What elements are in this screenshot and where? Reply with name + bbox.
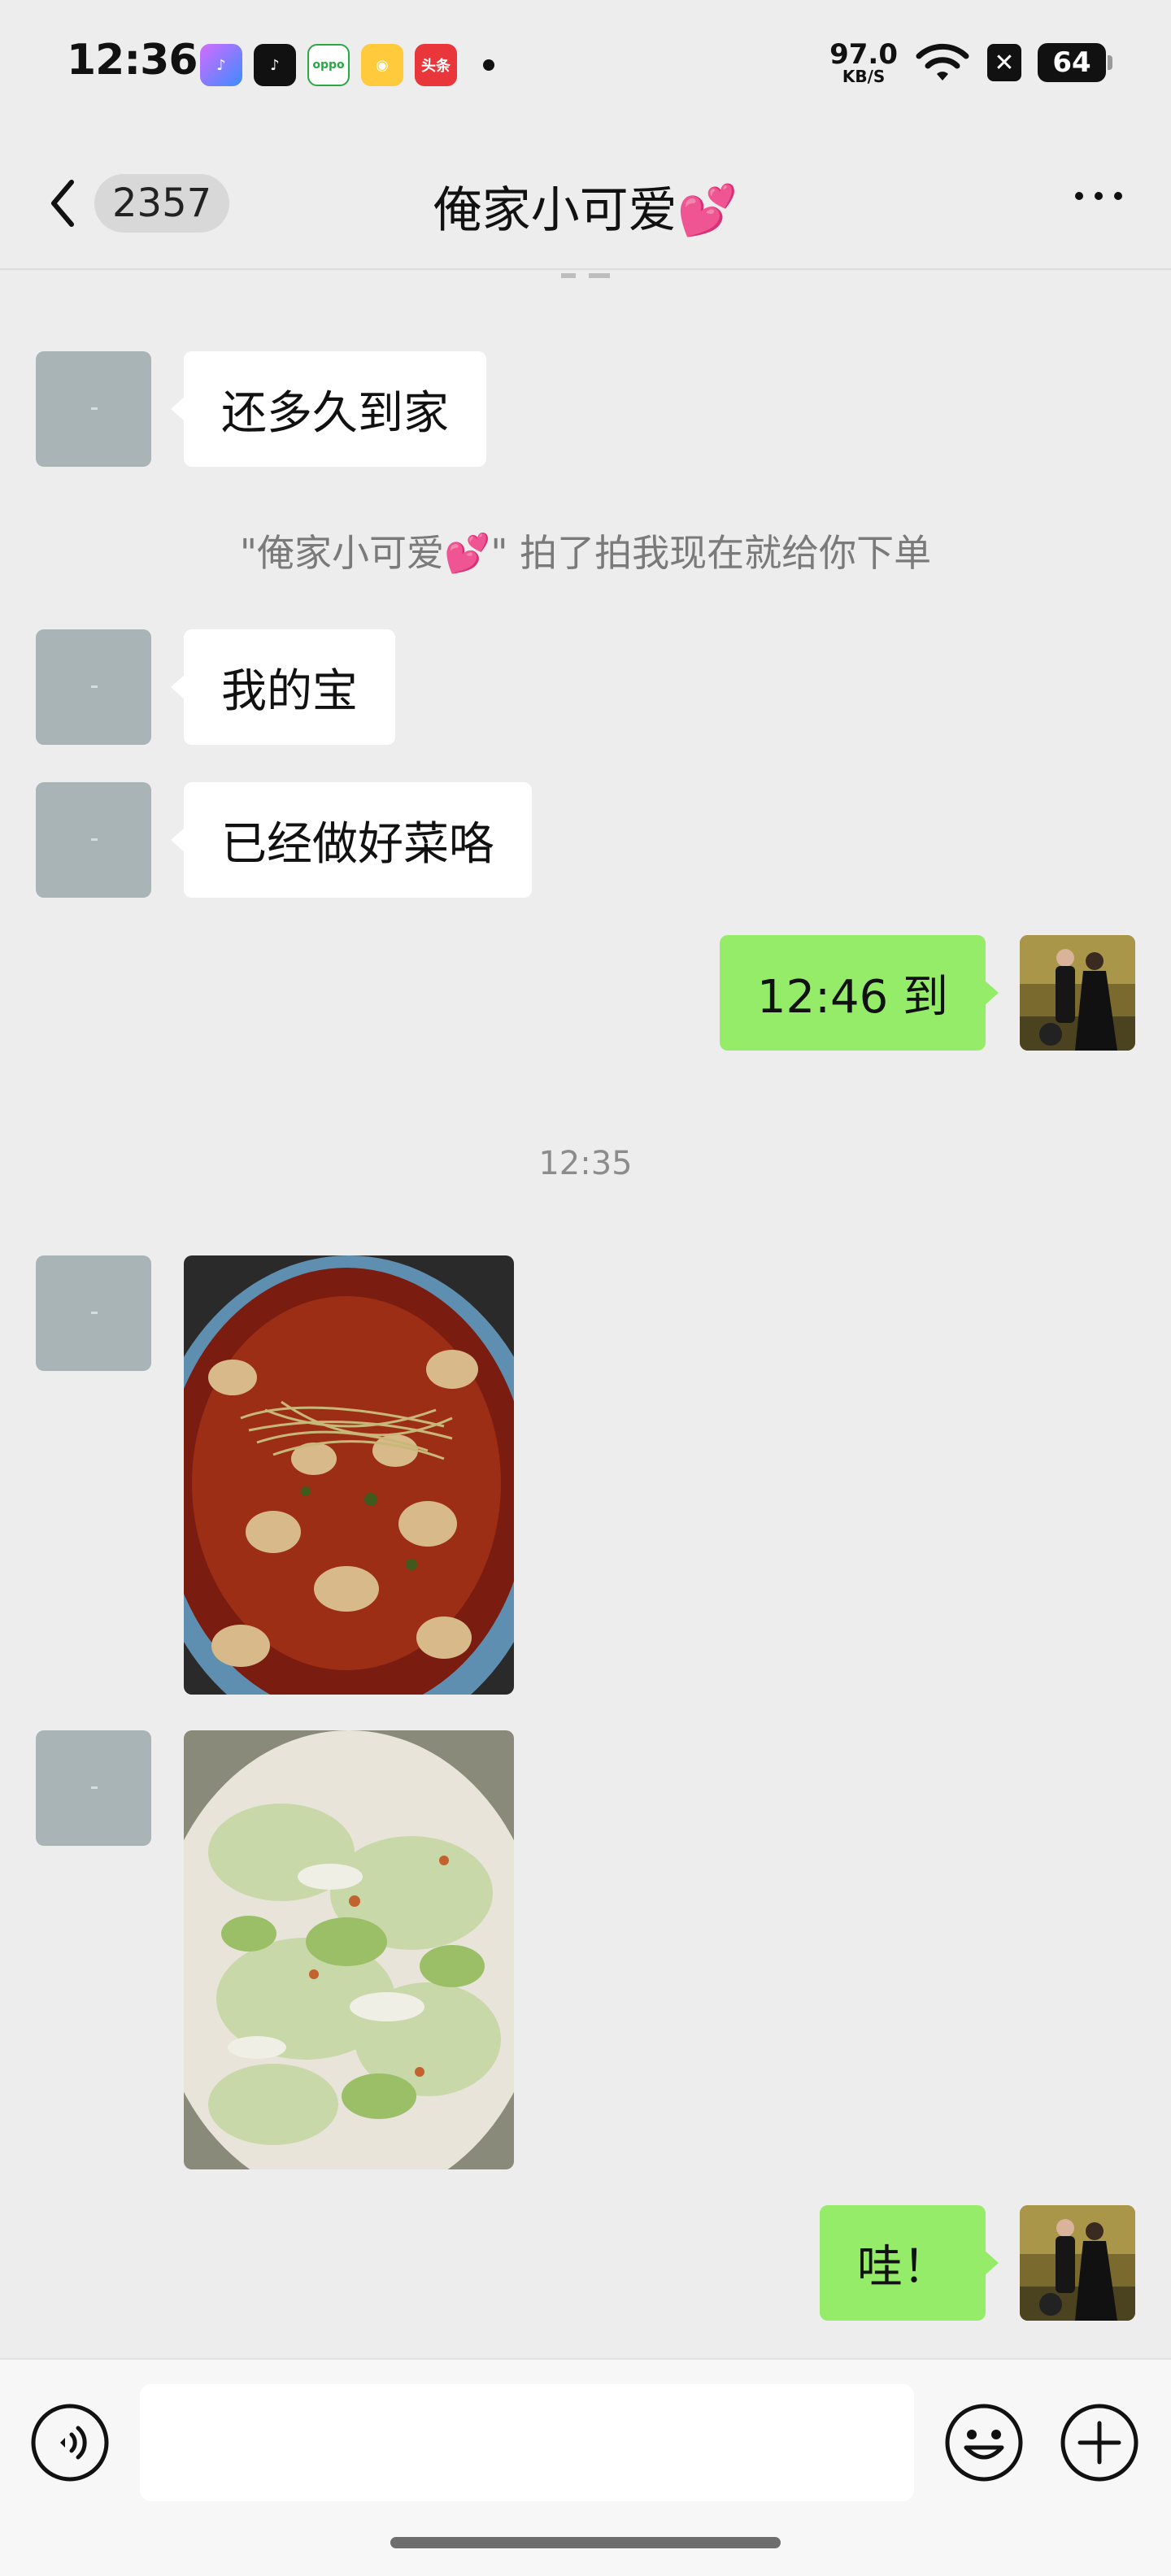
- network-speed-unit: KB/S: [842, 67, 886, 86]
- message-text-input[interactable]: [140, 2384, 914, 2501]
- oppo-app-icon: oppo: [307, 44, 350, 86]
- music-app-icon: ♪: [200, 44, 242, 86]
- my-avatar[interactable]: [1020, 935, 1135, 1051]
- timestamp: 12:35: [538, 1145, 633, 1182]
- image-message-spicy-dish[interactable]: [184, 1255, 514, 1695]
- chat-message-list[interactable]: 还多久到家 "俺家小可爱💕" 拍了拍我现在就给你下单 我的宝 已经做好菜咯 12…: [0, 270, 1171, 2358]
- contact-avatar[interactable]: [36, 629, 151, 745]
- close-icon: ✕: [987, 44, 1021, 81]
- message-input-bar: [0, 2358, 1171, 2576]
- dot-icon: [1114, 192, 1122, 200]
- couple-photo-avatar: [1020, 935, 1135, 1051]
- network-speed: 97.0 KB/S: [829, 41, 898, 85]
- timestamp-partial: [0, 270, 1171, 293]
- pat-notification: "俺家小可爱💕" 拍了拍我现在就给你下单: [239, 531, 932, 575]
- cut-off-timestamp: [561, 273, 610, 278]
- battery-icon: 64: [1038, 43, 1112, 82]
- network-speed-value: 97.0: [829, 38, 898, 71]
- wifi-icon: [916, 43, 969, 80]
- message-bubble-incoming[interactable]: 还多久到家: [171, 351, 486, 467]
- more-notifications-dot: [483, 59, 494, 71]
- contact-avatar[interactable]: [36, 1730, 151, 1846]
- message-bubble-incoming[interactable]: 已经做好菜咯: [171, 782, 532, 898]
- food-photo-stirfried-cabbage: [184, 1730, 514, 2169]
- battery-level: 64: [1052, 46, 1091, 79]
- voice-input-icon[interactable]: [29, 2402, 111, 2483]
- status-time: 12:36: [67, 36, 198, 85]
- my-avatar[interactable]: [1020, 2205, 1135, 2321]
- couple-photo-avatar: [1020, 2205, 1135, 2321]
- message-bubble-incoming[interactable]: 我的宝: [171, 629, 395, 745]
- douyin-app-icon: ♪: [254, 44, 296, 86]
- status-bar: 12:36 ♪ ♪ oppo ◉ 头条 97.0 KB/S ✕ 64: [0, 0, 1171, 130]
- chat-header: 2357 俺家小可爱💕: [0, 130, 1171, 270]
- toutiao-app-icon: 头条: [415, 44, 457, 86]
- notification-app-icons: ♪ ♪ oppo ◉ 头条: [200, 44, 494, 86]
- dot-icon: [1075, 192, 1083, 200]
- dot-icon: [1095, 192, 1103, 200]
- contact-avatar[interactable]: [36, 782, 151, 898]
- contact-avatar[interactable]: [36, 1255, 151, 1371]
- add-attachment-icon[interactable]: [1059, 2402, 1140, 2483]
- more-options-button[interactable]: [1075, 192, 1122, 200]
- message-bubble-outgoing[interactable]: 12:46 到: [719, 935, 999, 1051]
- home-indicator[interactable]: [390, 2537, 781, 2548]
- chat-title: 俺家小可爱💕: [433, 182, 738, 239]
- message-bubble-outgoing[interactable]: 哇！: [820, 2205, 999, 2321]
- food-photo-spicy-fish: [184, 1255, 514, 1695]
- weibo-app-icon: ◉: [361, 44, 403, 86]
- image-message-cabbage-dish[interactable]: [184, 1730, 514, 2169]
- contact-avatar[interactable]: [36, 351, 151, 467]
- emoji-icon[interactable]: [943, 2402, 1025, 2483]
